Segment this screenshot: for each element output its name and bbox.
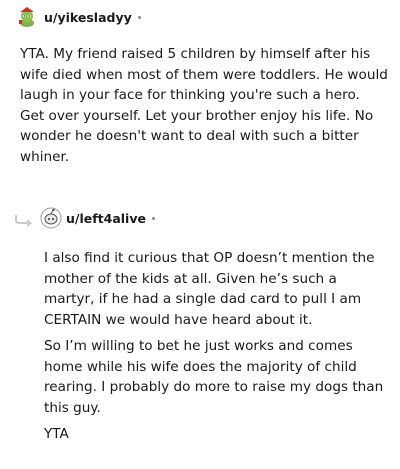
comment-body: I also find it curious that OP doesn’t m…	[44, 248, 388, 451]
comment-paragraph: YTA. My friend raised 5 children by hims…	[20, 46, 388, 165]
comment-paragraph: I also find it curious that OP doesn’t m…	[44, 250, 375, 328]
comment-header: u/yikesladyy	[0, 4, 400, 30]
comment-paragraph: So I’m willing to bet he just works and …	[44, 338, 384, 416]
user-avatar-icon[interactable]	[40, 207, 62, 229]
reply-arrow-icon	[15, 215, 33, 227]
username-text[interactable]: u/left4alive	[66, 211, 146, 226]
comment-header: u/left4alive	[0, 204, 400, 230]
username[interactable]: u/left4alive	[66, 211, 155, 226]
comment-paragraph: YTA	[44, 426, 69, 442]
comment-body: YTA. My friend raised 5 children by hims…	[20, 44, 388, 173]
separator-dot	[151, 217, 155, 220]
comment-reply: u/left4alive I also find it curious that…	[0, 204, 400, 442]
username[interactable]: u/yikesladyy	[44, 10, 141, 25]
username-text[interactable]: u/yikesladyy	[44, 10, 132, 25]
separator-dot	[137, 16, 141, 19]
user-avatar-icon[interactable]	[16, 6, 38, 28]
comment: u/yikesladyy YTA. My friend raised 5 chi…	[0, 4, 400, 165]
